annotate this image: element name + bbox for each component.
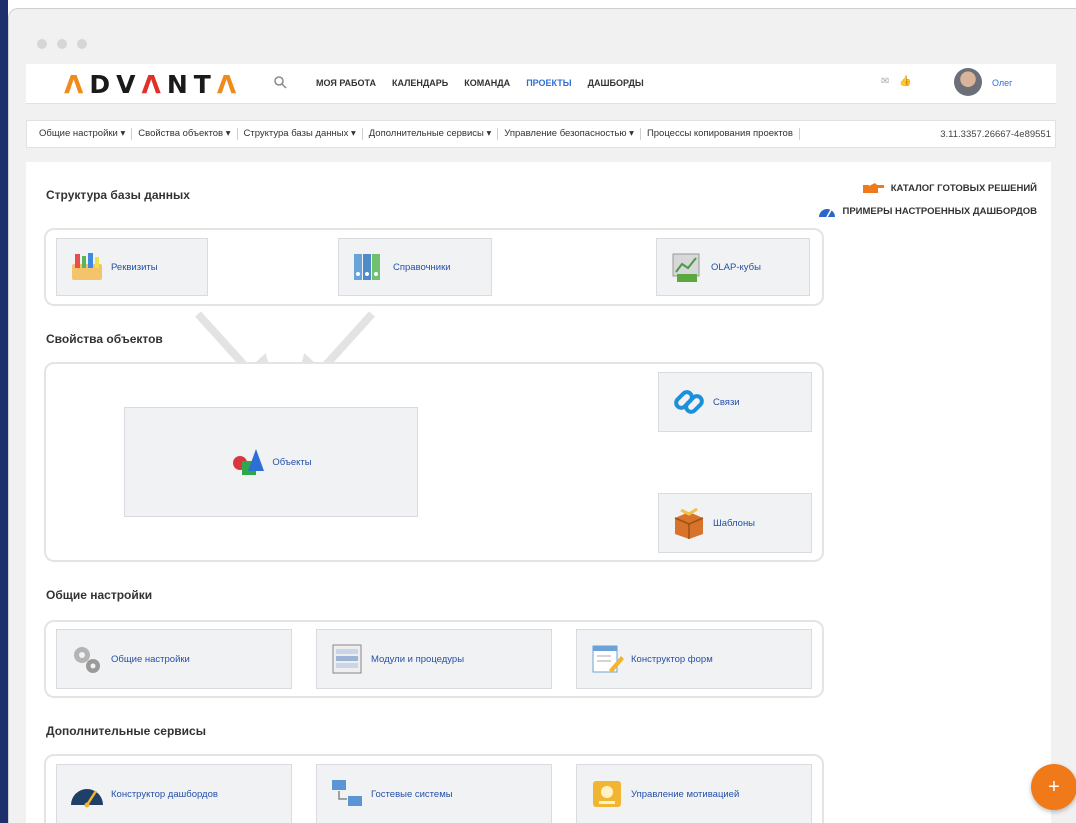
speedometer-icon xyxy=(71,789,103,808)
like-icon[interactable]: 👍 xyxy=(899,76,911,87)
subnav-copy-processes[interactable]: Процессы копирования проектов xyxy=(641,128,800,140)
menu-projects[interactable]: ПРОЕКТЫ xyxy=(526,78,571,88)
mail-icon[interactable]: ✉ xyxy=(881,76,889,87)
tile-label: Объекты xyxy=(272,456,312,468)
shapes-icon xyxy=(233,449,265,475)
search-icon[interactable] xyxy=(273,75,287,89)
add-fab-button[interactable]: + xyxy=(1031,764,1076,810)
window-controls xyxy=(37,39,87,49)
tile-label: Модули и процедуры xyxy=(371,653,465,665)
tile-templates[interactable]: Шаблоны xyxy=(658,493,812,553)
section-title-db-structure: Структура базы данных xyxy=(46,188,190,202)
main-menu: МОЯ РАБОТА КАЛЕНДАРЬ КОМАНДА ПРОЕКТЫ ДАШ… xyxy=(316,78,644,88)
tile-links[interactable]: Связи xyxy=(658,372,812,432)
main-content: КАТАЛОГ ГОТОВЫХ РЕШЕНИЙ ПРИМЕРЫ НАСТРОЕН… xyxy=(26,162,1051,823)
tile-modules-procedures[interactable]: Модули и процедуры xyxy=(316,629,552,689)
award-certificate-icon xyxy=(593,781,621,807)
advanta-logo[interactable]: ΛDVΛNTΛ xyxy=(64,70,242,99)
menu-dashboards[interactable]: ДАШБОРДЫ xyxy=(588,78,644,88)
tile-label: Шаблоны xyxy=(713,517,756,529)
tile-motivation-management[interactable]: Управление мотивацией xyxy=(576,764,812,823)
section-title-extra-services: Дополнительные сервисы xyxy=(46,724,206,738)
tile-label: Конструктор дашбордов xyxy=(111,788,218,800)
version-label: 3.11.3357.26667-4e89551 xyxy=(940,128,1051,140)
tile-dictionaries[interactable]: Справочники xyxy=(338,238,492,296)
menu-team[interactable]: КОМАНДА xyxy=(464,78,510,88)
olap-icon xyxy=(672,253,700,282)
top-navigation: ΛDVΛNTΛ МОЯ РАБОТА КАЛЕНДАРЬ КОМАНДА ПРО… xyxy=(26,64,1056,104)
window-dot[interactable] xyxy=(57,39,67,49)
tile-olap-cubes[interactable]: OLAP-кубы xyxy=(656,238,810,296)
section-title-object-properties: Свойства объектов xyxy=(46,332,163,346)
form-pencil-icon xyxy=(592,645,624,673)
tile-dashboard-builder[interactable]: Конструктор дашбордов xyxy=(56,764,292,823)
subnav-db-structure[interactable]: Структура базы данных ▾ xyxy=(238,128,363,140)
tile-label: OLAP-кубы xyxy=(711,261,761,273)
menu-calendar[interactable]: КАЛЕНДАРЬ xyxy=(392,78,448,88)
avatar[interactable] xyxy=(954,68,982,96)
tile-label: Справочники xyxy=(393,261,451,273)
tile-label: Реквизиты xyxy=(111,261,158,273)
tile-label: Управление мотивацией xyxy=(631,788,740,800)
details-icon xyxy=(72,253,102,280)
subnav-security[interactable]: Управление безопасностью ▾ xyxy=(498,128,641,140)
window-dot[interactable] xyxy=(37,39,47,49)
binders-icon xyxy=(354,254,380,280)
settings-navigation: Общие настройки ▾ Свойства объектов ▾ Ст… xyxy=(26,120,1056,148)
tile-objects[interactable]: Объекты xyxy=(124,407,418,517)
box-icon xyxy=(674,507,704,539)
left-edge-bar xyxy=(0,0,8,823)
chain-link-icon xyxy=(674,390,704,414)
tile-general-settings[interactable]: Общие настройки xyxy=(56,629,292,689)
header-icons: ✉ 👍 xyxy=(881,76,912,87)
tile-label: Общие настройки xyxy=(111,653,190,665)
modules-icon xyxy=(332,644,362,674)
tile-form-builder[interactable]: Конструктор форм xyxy=(576,629,812,689)
tile-label: Гостевые системы xyxy=(371,788,453,800)
window-dot[interactable] xyxy=(77,39,87,49)
tile-details[interactable]: Реквизиты xyxy=(56,238,208,296)
tile-label: Конструктор форм xyxy=(631,653,713,665)
subnav-extra-services[interactable]: Дополнительные сервисы ▾ xyxy=(363,128,499,140)
subnav-general[interactable]: Общие настройки ▾ xyxy=(33,128,133,140)
menu-my-work[interactable]: МОЯ РАБОТА xyxy=(316,78,376,88)
section-title-general-settings: Общие настройки xyxy=(46,588,153,602)
pointing-hand-icon xyxy=(862,183,884,193)
network-computers-icon xyxy=(332,780,362,806)
tile-label: Связи xyxy=(713,396,740,408)
tile-guest-systems[interactable]: Гостевые системы xyxy=(316,764,552,823)
gears-icon xyxy=(74,647,100,673)
subnav-object-properties[interactable]: Свойства объектов ▾ xyxy=(132,128,238,140)
user-name[interactable]: Олег xyxy=(992,78,1012,88)
